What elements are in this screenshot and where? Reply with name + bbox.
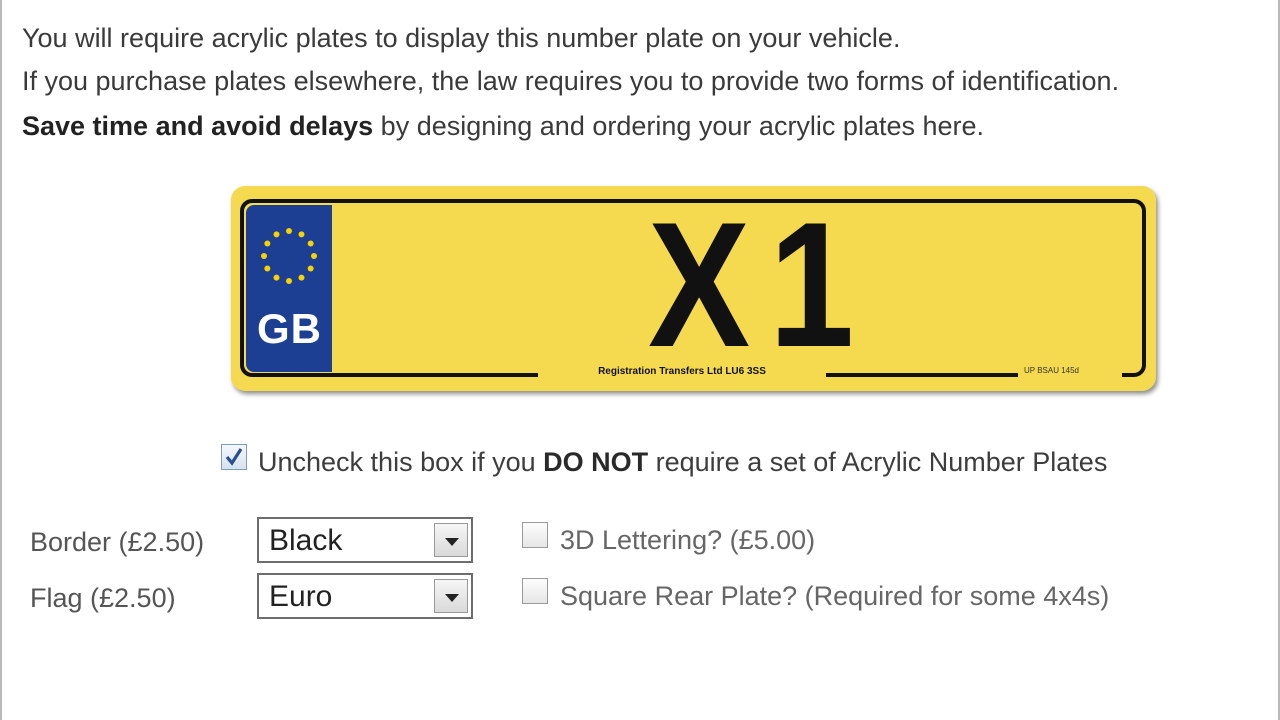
eu-star [286, 278, 292, 284]
acrylic-plates-checkbox[interactable] [221, 444, 247, 470]
intro-line-3: Save time and avoid delays by designing … [22, 110, 984, 142]
eu-star [298, 231, 305, 238]
flag-label: Flag (£2.50) [30, 583, 176, 613]
eu-star [286, 228, 292, 234]
border-label: Border (£2.50) [30, 527, 205, 557]
intro-line-1: You will require acrylic plates to displ… [22, 23, 901, 53]
border-select-value: Black [269, 524, 343, 557]
acrylic-label-post: require a set of Acrylic Number Plates [648, 447, 1108, 477]
eu-star [298, 274, 305, 281]
eu-star [261, 253, 267, 259]
eu-star [264, 265, 271, 272]
eu-star [307, 265, 314, 272]
acrylic-label-bold: DO NOT [543, 447, 649, 477]
plate-country-code: GB [257, 305, 322, 352]
3d-lettering-label: 3D Lettering? (£5.00) [560, 525, 816, 555]
flag-select[interactable]: Euro [257, 573, 473, 619]
chevron-down-icon[interactable] [434, 523, 468, 557]
plate-standard-text: UP BSAU 145d [1024, 366, 1079, 375]
square-rear-plate-checkbox[interactable] [522, 578, 548, 604]
chevron-down-icon[interactable] [434, 579, 468, 613]
eu-star [307, 240, 314, 247]
eu-star [273, 274, 280, 281]
border-select[interactable]: Black [257, 517, 473, 563]
eu-star [273, 231, 280, 238]
plate-registration: X1 [648, 185, 874, 384]
eu-stars-icon [261, 228, 317, 284]
plate-maker-text: Registration Transfers Ltd LU6 3SS [598, 366, 766, 377]
intro-line-3-rest: by designing and ordering your acrylic p… [373, 111, 985, 141]
flag-select-value: Euro [269, 580, 333, 613]
eu-star [264, 240, 271, 247]
checkmark-icon [225, 448, 243, 466]
3d-lettering-checkbox[interactable] [522, 522, 548, 548]
acrylic-plates-label: Uncheck this box if you DO NOT require a… [258, 446, 1107, 478]
eu-star [311, 253, 317, 259]
intro-emphasis: Save time and avoid delays [22, 111, 374, 141]
intro-line-2: If you purchase plates elsewhere, the la… [22, 66, 1120, 96]
square-rear-plate-label: Square Rear Plate? (Required for some 4x… [560, 581, 1110, 611]
page-frame-left [0, 0, 2, 720]
acrylic-label-pre: Uncheck this box if you [258, 447, 544, 477]
